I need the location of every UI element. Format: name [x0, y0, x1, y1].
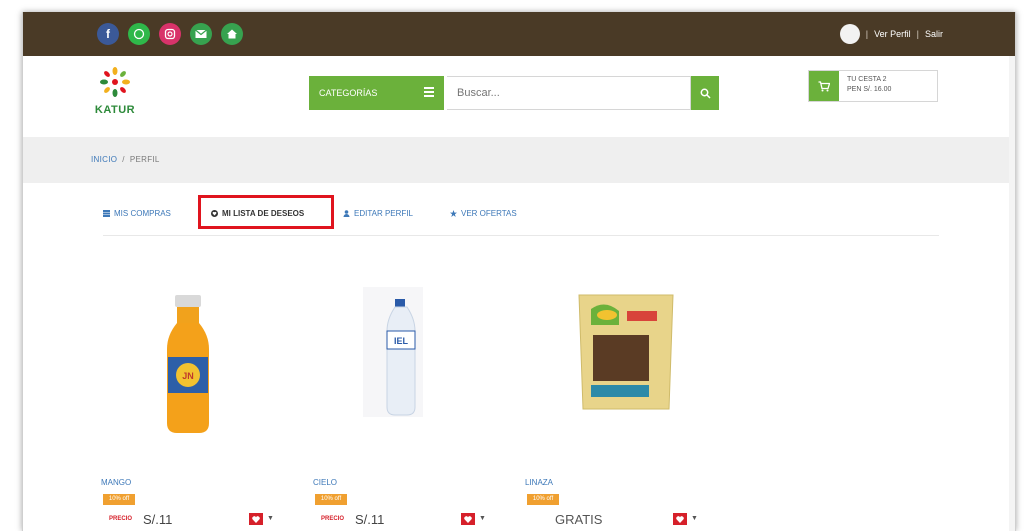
separator: | [916, 29, 919, 39]
price-value: GRATIS [555, 512, 603, 527]
svg-text:JN: JN [182, 371, 194, 381]
tab-label: MIS COMPRAS [114, 209, 171, 218]
breadcrumb: INICIO / PERFIL [91, 155, 160, 164]
wishlist-heart-button[interactable] [461, 513, 475, 525]
whatsapp-icon[interactable] [128, 23, 150, 45]
breadcrumb-bar: INICIO / PERFIL [23, 137, 1015, 183]
heart-icon [676, 515, 684, 523]
tab-edit-profile[interactable]: EDITAR PERFIL [343, 209, 413, 218]
view-profile-link[interactable]: Ver Perfil [874, 29, 911, 39]
avatar[interactable] [839, 24, 860, 44]
product-name[interactable]: CIELO [313, 478, 337, 487]
wishlist-tab-highlight [198, 195, 334, 229]
separator: | [865, 29, 869, 39]
instagram-icon[interactable] [159, 23, 181, 45]
price-tag: PRECIO [109, 516, 133, 522]
user-menu: | Ver Perfil | Salir [839, 24, 943, 44]
cart-widget[interactable]: TU CESTA 2 PEN S/. 16.00 [808, 70, 938, 102]
price-row: PRECIO S/.11 ▼ [101, 512, 291, 528]
price-tag: PRECIO [321, 516, 345, 522]
categories-label: CATEGORÍAS [319, 88, 378, 98]
product-image-water-bottle[interactable]: IEL [323, 287, 463, 447]
logo-text: KATUR [94, 104, 136, 116]
heart-icon [464, 515, 472, 523]
product-image-mango-juice[interactable]: JN [111, 287, 251, 447]
browser-frame: f | Ver Perfil | Salir KATUR CATEGORÍAS … [22, 12, 1016, 531]
chevron-down-icon[interactable]: ▼ [479, 515, 486, 522]
list-icon [103, 210, 110, 217]
scrollbar[interactable] [1009, 56, 1015, 531]
price-value: S/.11 [143, 512, 173, 527]
discount-badge: 10% off [527, 494, 559, 505]
cart-summary: TU CESTA 2 PEN S/. 16.00 [839, 71, 899, 101]
cart-total: PEN S/. 16.00 [847, 86, 892, 93]
header: KATUR CATEGORÍAS TU CESTA 2 PEN S/. 16.0… [23, 56, 1015, 140]
price-value: S/.11 [355, 512, 385, 527]
search-icon [700, 88, 711, 99]
cart-icon [809, 71, 839, 101]
search-input[interactable] [447, 76, 691, 110]
home-icon[interactable] [221, 23, 243, 45]
star-icon [450, 210, 457, 217]
tab-label: EDITAR PERFIL [354, 209, 413, 218]
discount-badge: 10% off [103, 494, 135, 505]
tab-view-offers[interactable]: VER OFERTAS [450, 209, 517, 218]
discount-badge: 10% off [315, 494, 347, 505]
mail-icon[interactable] [190, 23, 212, 45]
logo[interactable]: KATUR [93, 66, 137, 126]
search-button[interactable] [691, 76, 719, 110]
cart-count: TU CESTA 2 [847, 76, 887, 83]
heart-icon [252, 515, 260, 523]
product-name[interactable]: LINAZA [525, 478, 553, 487]
tab-label: VER OFERTAS [461, 209, 517, 218]
chevron-down-icon[interactable]: ▼ [691, 515, 698, 522]
wishlist-heart-button[interactable] [673, 513, 687, 525]
wishlist-heart-button[interactable] [249, 513, 263, 525]
tab-my-purchases[interactable]: MIS COMPRAS [103, 209, 171, 218]
svg-text:IEL: IEL [394, 336, 409, 346]
user-icon [343, 210, 350, 217]
product-name[interactable]: MANGO [101, 478, 131, 487]
social-links: f [97, 23, 243, 45]
logo-burst-icon [100, 67, 130, 97]
breadcrumb-current: PERFIL [129, 155, 160, 164]
top-bar: f | Ver Perfil | Salir [23, 12, 1015, 56]
breadcrumb-home-link[interactable]: INICIO [91, 155, 117, 164]
logout-link[interactable]: Salir [925, 29, 943, 39]
menu-icon [424, 87, 434, 97]
categories-button[interactable]: CATEGORÍAS [309, 76, 444, 110]
breadcrumb-separator: / [122, 155, 125, 164]
price-row: GRATIS ▼ [525, 512, 715, 528]
product-image-linseed-bag[interactable] [535, 287, 675, 447]
price-row: PRECIO S/.11 ▼ [313, 512, 503, 528]
facebook-icon[interactable]: f [97, 23, 119, 45]
chevron-down-icon[interactable]: ▼ [267, 515, 274, 522]
